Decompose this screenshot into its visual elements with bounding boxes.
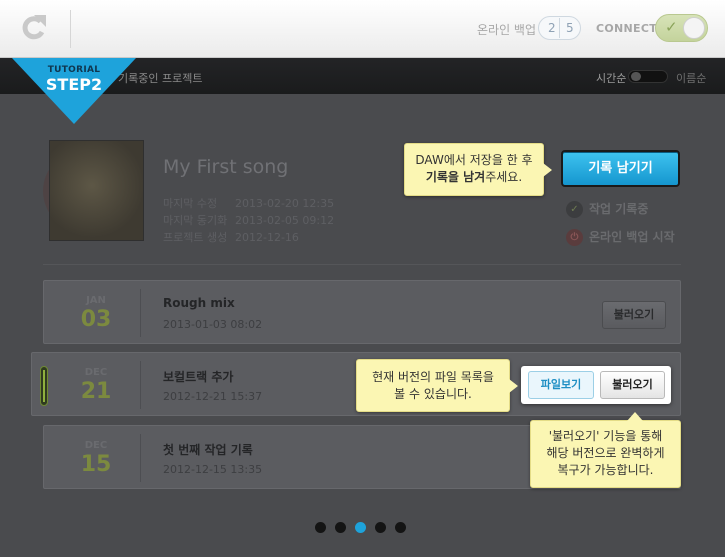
meta-value: 2013-02-05 09:12 xyxy=(235,214,335,227)
page-dot[interactable] xyxy=(375,522,386,533)
sort-by-time[interactable]: 시간순 xyxy=(596,70,626,86)
cover-art xyxy=(49,140,144,241)
files-tooltip: 현재 버전의 파일 목록을 볼 수 있습니다. xyxy=(356,359,518,412)
album-cover xyxy=(43,140,144,241)
record-date: 2012-12-21 15:37 xyxy=(163,390,263,403)
tooltip-rest: 주세요. xyxy=(485,170,523,184)
record-name: Rough mix xyxy=(163,296,235,310)
record-day: 21 xyxy=(80,379,112,404)
meta-label: 프로젝트 생성 xyxy=(163,231,228,244)
tooltip-line: 복구가 가능합니다. xyxy=(557,463,654,477)
load-button[interactable]: 불러오기 xyxy=(602,301,666,329)
toggle-knob[interactable] xyxy=(683,17,705,39)
version-actions: 파일보기 불러오기 xyxy=(521,366,671,404)
top-bar: 온라인 백업 2 5 CONNECT ✓ xyxy=(0,0,725,58)
page-dot[interactable] xyxy=(335,522,346,533)
project-title: My First song xyxy=(163,156,289,178)
record-button[interactable]: 기록 남기기 xyxy=(561,150,680,187)
load-tooltip: '불러오기' 기능을 통해 해당 버전으로 완벽하게 복구가 가능합니다. xyxy=(530,412,681,488)
step-label: STEP2 xyxy=(45,75,103,94)
record-date: 2013-01-03 08:02 xyxy=(163,318,263,331)
record-day: 15 xyxy=(80,452,112,477)
status-backup-label: 온라인 백업 시작 xyxy=(589,230,675,244)
tooltip-line: '불러오기' 기능을 통해 xyxy=(548,429,663,443)
page-dot[interactable] xyxy=(315,522,326,533)
tooltip-line: DAW에서 저장을 한 후 xyxy=(415,153,533,167)
tooltip-line: 현재 버전의 파일 목록을 xyxy=(372,370,494,384)
tooltip-line: 기록을 남겨주세요. xyxy=(405,169,543,186)
check-circle-icon: ✓ xyxy=(566,201,583,218)
tutorial-label: TUTORIAL xyxy=(47,65,101,75)
tutorial-badge: TUTORIAL STEP2 xyxy=(12,58,136,124)
online-backup-label: 온라인 백업 xyxy=(477,23,537,37)
connect-label: CONNECT xyxy=(596,22,658,35)
meta-row: 마지막 수정 2013-02-20 12:35 xyxy=(163,195,334,211)
tooltip-bold: 기록을 남겨 xyxy=(425,170,486,184)
check-icon: ✓ xyxy=(665,18,678,36)
meta-row: 프로젝트 생성 2012-12-16 xyxy=(163,229,299,245)
meta-value: 2013-02-20 12:35 xyxy=(235,197,335,210)
record-tooltip: DAW에서 저장을 한 후 기록을 남겨주세요. xyxy=(404,143,552,196)
record-name: 보컬트랙 추가 xyxy=(163,370,234,384)
record-date: 2012-12-15 13:35 xyxy=(163,463,263,476)
load-button[interactable]: 불러오기 xyxy=(600,371,665,399)
backup-count-badge: 2 5 xyxy=(538,16,581,40)
sort-switch[interactable] xyxy=(628,70,668,83)
section-divider xyxy=(43,264,681,265)
page-dot[interactable] xyxy=(355,522,366,533)
record-month: DEC xyxy=(84,367,108,378)
record-row[interactable]: JAN 03 Rough mix 2013-01-03 08:02 불러오기 xyxy=(43,280,681,344)
row-divider xyxy=(140,434,141,482)
backup-total: 5 xyxy=(566,21,574,35)
tooltip-line: 해당 버전으로 완벽하게 xyxy=(546,446,665,460)
top-divider xyxy=(70,10,71,48)
record-month: DEC xyxy=(84,440,108,451)
view-files-button[interactable]: 파일보기 xyxy=(528,371,594,399)
meta-value: 2012-12-16 xyxy=(235,231,299,244)
sort-by-name[interactable]: 이름순 xyxy=(676,70,706,86)
refresh-icon[interactable] xyxy=(18,12,50,44)
record-name: 첫 번째 작업 기록 xyxy=(163,443,253,457)
backup-count: 2 xyxy=(548,21,556,35)
tooltip-line: 볼 수 있습니다. xyxy=(394,387,472,401)
status-work-label: 작업 기록중 xyxy=(589,202,649,216)
page-dot[interactable] xyxy=(395,522,406,533)
record-month: JAN xyxy=(86,295,106,306)
meta-label: 마지막 동기화 xyxy=(163,214,228,227)
row-divider xyxy=(140,289,141,337)
record-day: 03 xyxy=(80,307,112,332)
row-divider xyxy=(140,361,141,409)
connect-toggle[interactable]: ✓ xyxy=(655,14,708,42)
badge-divider xyxy=(559,18,560,38)
status-work: ✓ 작업 기록중 xyxy=(566,200,648,218)
meta-row: 마지막 동기화 2013-02-05 09:12 xyxy=(163,212,334,228)
status-backup[interactable]: ⏻ 온라인 백업 시작 xyxy=(566,228,675,246)
power-icon: ⏻ xyxy=(566,229,583,246)
meta-label: 마지막 수정 xyxy=(163,197,218,210)
